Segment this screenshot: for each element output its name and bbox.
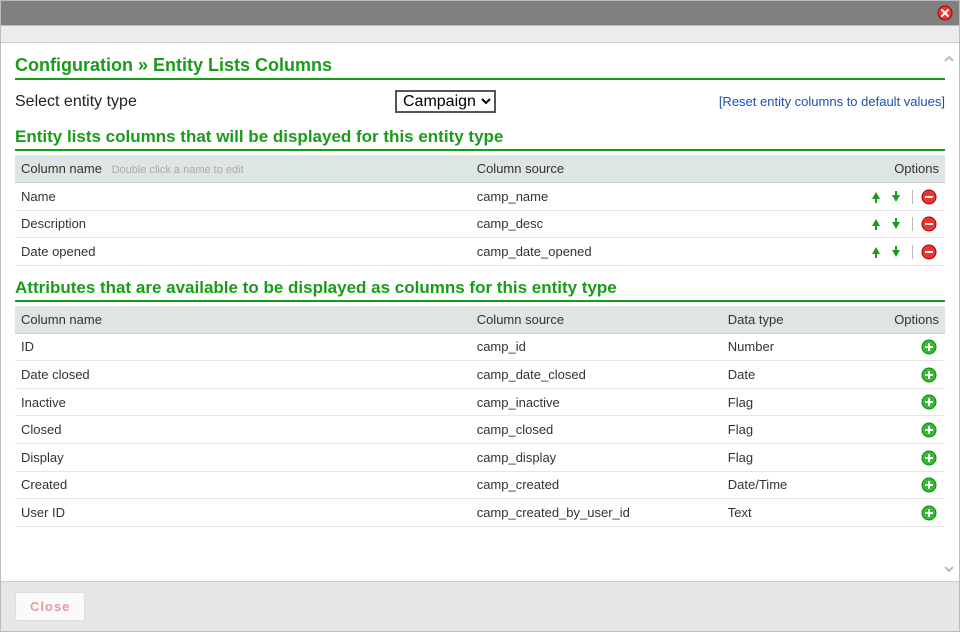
cell-name[interactable]: Date opened [15,238,471,266]
add-icon[interactable] [921,422,937,438]
col-header-name: Column name Double click a name to edit [15,155,471,183]
scroll-up-icon[interactable] [943,53,955,65]
cell-type: Flag [722,388,871,416]
add-icon[interactable] [921,367,937,383]
entity-type-select[interactable]: Campaign [395,90,496,113]
move-up-icon[interactable] [868,189,884,205]
remove-icon[interactable] [921,216,937,232]
col-header-hint: Double click a name to edit [112,164,244,176]
col-header-type: Data type [722,306,871,334]
displayed-columns-table: Column name Double click a name to edit … [15,155,945,266]
cell-options [871,416,945,444]
add-icon[interactable] [921,477,937,493]
table-row: Displaycamp_displayFlag [15,443,945,471]
add-icon[interactable] [921,450,937,466]
table-row: Closedcamp_closedFlag [15,416,945,444]
table-row: Date closedcamp_date_closedDate [15,361,945,389]
table-row: IDcamp_idNumber [15,333,945,361]
close-button[interactable]: Close [15,592,85,621]
cell-options [824,238,945,266]
cell-name: User ID [15,499,471,527]
cell-source: camp_created [471,471,722,499]
cell-name[interactable]: Name [15,183,471,211]
col-header-options: Options [824,155,945,183]
cell-name: Date closed [15,361,471,389]
separator [912,217,913,231]
cell-source: camp_desc [471,210,824,238]
move-down-icon[interactable] [888,244,904,260]
footer-bar: Close [1,581,959,631]
table-row: User IDcamp_created_by_user_idText [15,499,945,527]
cell-type: Date/Time [722,471,871,499]
separator [912,190,913,204]
available-columns-heading: Attributes that are available to be disp… [15,278,945,302]
cell-type: Flag [722,443,871,471]
cell-type: Number [722,333,871,361]
cell-type: Flag [722,416,871,444]
cell-options [871,388,945,416]
table-row: Createdcamp_createdDate/Time [15,471,945,499]
cell-name: Created [15,471,471,499]
move-down-icon[interactable] [888,189,904,205]
add-icon[interactable] [921,505,937,521]
cell-source: camp_id [471,333,722,361]
remove-icon[interactable] [921,189,937,205]
scroll-down-icon[interactable] [943,563,955,575]
title-bar [1,1,959,25]
displayed-columns-heading: Entity lists columns that will be displa… [15,127,945,151]
cell-name: Inactive [15,388,471,416]
table-row: Descriptioncamp_desc [15,210,945,238]
table-row: Inactivecamp_inactiveFlag [15,388,945,416]
entity-type-label: Select entity type [15,93,395,111]
move-down-icon[interactable] [888,216,904,232]
cell-name: Closed [15,416,471,444]
add-icon[interactable] [921,394,937,410]
reset-columns-link[interactable]: [Reset entity columns to default values] [719,94,945,109]
cell-name: Display [15,443,471,471]
col-header-source: Column source [471,306,722,334]
cell-options [871,361,945,389]
page-title: Configuration » Entity Lists Columns [15,55,945,80]
content-area: Configuration » Entity Lists Columns Sel… [1,43,959,581]
remove-icon[interactable] [921,244,937,260]
window-close-icon[interactable] [937,5,953,21]
col-header-options: Options [871,306,945,334]
cell-options [871,443,945,471]
move-up-icon[interactable] [868,216,884,232]
cell-options [871,471,945,499]
table-row: Date openedcamp_date_opened [15,238,945,266]
move-up-icon[interactable] [868,244,884,260]
table-row: Namecamp_name [15,183,945,211]
cell-options [871,499,945,527]
col-header-name: Column name [15,306,471,334]
cell-source: camp_closed [471,416,722,444]
cell-source: camp_name [471,183,824,211]
cell-options [824,210,945,238]
separator [912,245,913,259]
cell-source: camp_display [471,443,722,471]
add-icon[interactable] [921,339,937,355]
col-header-name-text: Column name [21,161,102,176]
entity-type-row: Select entity type Campaign [Reset entit… [15,84,945,123]
available-columns-table: Column name Column source Data type Opti… [15,306,945,527]
dialog-window: Configuration » Entity Lists Columns Sel… [0,0,960,632]
cell-options [824,183,945,211]
cell-name: ID [15,333,471,361]
col-header-source: Column source [471,155,824,183]
cell-options [871,333,945,361]
cell-source: camp_date_closed [471,361,722,389]
cell-source: camp_inactive [471,388,722,416]
cell-name[interactable]: Description [15,210,471,238]
cell-source: camp_date_opened [471,238,824,266]
cell-type: Text [722,499,871,527]
header-strip [1,25,959,43]
cell-type: Date [722,361,871,389]
cell-source: camp_created_by_user_id [471,499,722,527]
